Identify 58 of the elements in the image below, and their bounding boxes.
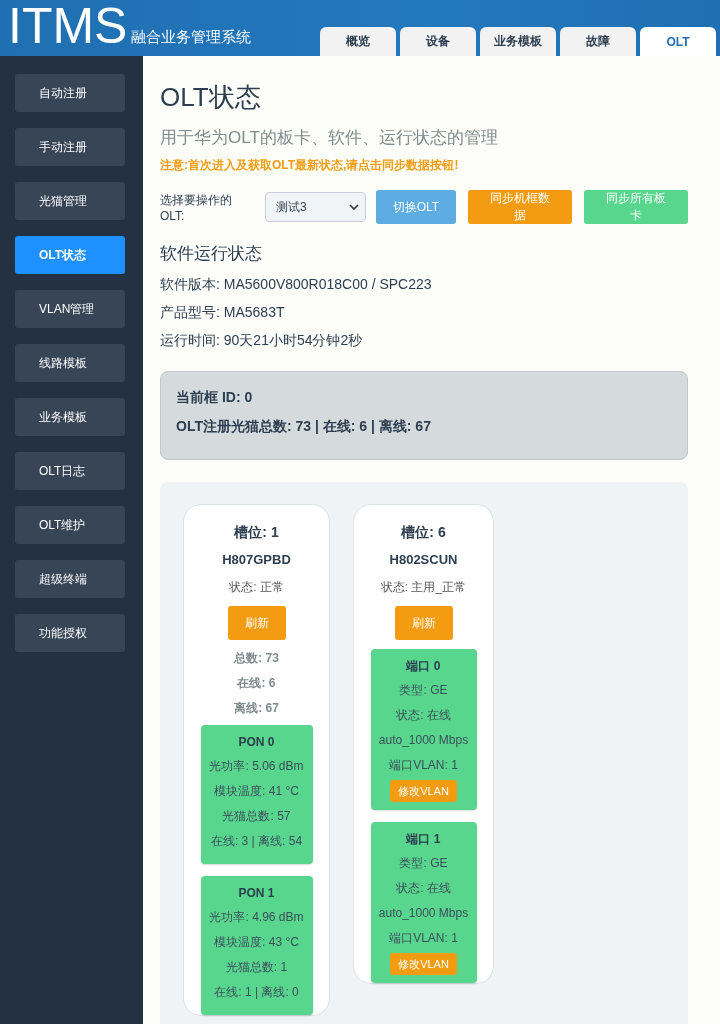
sidebar-item[interactable]: 自动注册 — [15, 74, 125, 112]
board-status: 状态: 主用_正常 — [380, 579, 467, 596]
slot-title: 槽位: 6 — [401, 523, 446, 541]
sidebar-item[interactable]: 手动注册 — [15, 128, 125, 166]
nav-tab[interactable]: 业务模板 — [480, 27, 556, 56]
board-model: H807GPBD — [222, 552, 291, 567]
nav-tab[interactable]: 故障 — [560, 27, 636, 56]
logo: ITMS — [8, 1, 128, 51]
sidebar-item[interactable]: 线路模板 — [15, 344, 125, 382]
stat-text: 总数: 73 — [234, 651, 279, 665]
port-title: PON 0 — [238, 735, 275, 749]
page-title: OLT状态 — [160, 81, 261, 114]
page-subtitle: 用于华为OLT的板卡、软件、运行状态的管理 — [160, 127, 499, 149]
stat-text: 在线: 6 — [237, 676, 276, 690]
sidebar-item[interactable]: 功能授权 — [15, 614, 125, 652]
frame-info: 当前框 ID: 0 — [176, 388, 254, 406]
frame-info: OLT注册光猫总数: 73 | 在线: 6 | 离线: 67 — [176, 417, 432, 435]
port-info: auto_1000 Mbps — [378, 906, 469, 920]
slot-title: 槽位: 1 — [234, 523, 279, 541]
port-info: 模块温度: 43 °C — [214, 935, 299, 949]
sidebar-item[interactable]: 超级终端 — [15, 560, 125, 598]
app-subtitle: 融合业务管理系统 — [131, 28, 252, 47]
port-info: auto_1000 Mbps — [378, 733, 469, 747]
port-title: 端口 1 — [406, 832, 441, 846]
port-info: 在线: 3 | 离线: 54 — [210, 834, 303, 848]
port-title: 端口 0 — [406, 659, 441, 673]
nav-tab[interactable]: 设备 — [400, 27, 476, 56]
port-info: 光功率: 4.96 dBm — [209, 910, 304, 924]
section-heading: 软件运行状态 — [160, 243, 263, 265]
sidebar-item[interactable]: VLAN管理 — [15, 290, 125, 328]
sidebar-item[interactable]: 光猫管理 — [15, 182, 125, 220]
sidebar-item[interactable]: 业务模板 — [15, 398, 125, 436]
sidebar-item[interactable]: OLT维护 — [15, 506, 125, 544]
port-info: 状态: 在线 — [396, 881, 451, 895]
info-line: 软件版本: MA5600V800R018C00 / SPC223 — [160, 275, 433, 293]
nav-tab[interactable]: 概览 — [320, 27, 396, 56]
sidebar-item[interactable]: OLT日志 — [15, 452, 125, 490]
port-info: 光猫总数: 1 — [225, 960, 288, 974]
port-info: 类型: GE — [399, 683, 448, 697]
notice-text: 注意:首次进入及获取OLT最新状态,请点击同步数据按钮! — [160, 157, 460, 174]
chevron-icon — [348, 204, 359, 210]
port-info: 端口VLAN: 1 — [389, 931, 458, 945]
olt-select[interactable]: 测试3 — [265, 192, 366, 222]
nav-tab[interactable]: OLT — [640, 27, 716, 56]
info-line: 产品型号: MA5683T — [160, 303, 286, 321]
stat-text: 离线: 67 — [234, 701, 279, 715]
port-info: 类型: GE — [399, 856, 448, 870]
port-info: 状态: 在线 — [396, 708, 451, 722]
port-title: PON 1 — [238, 886, 275, 900]
select-label: 选择要操作的OLT: — [160, 191, 233, 223]
port-info: 模块温度: 41 °C — [214, 784, 299, 798]
port-info: 在线: 1 | 离线: 0 — [214, 985, 299, 999]
port-info: 端口VLAN: 1 — [389, 758, 458, 772]
info-line: 运行时间: 90天21小时54分钟2秒 — [160, 331, 364, 349]
port-info: 光猫总数: 57 — [222, 809, 291, 823]
board-model: H802SCUN — [389, 552, 458, 567]
port-info: 光功率: 5.06 dBm — [209, 759, 304, 773]
board-status: 状态: 正常 — [229, 579, 284, 596]
